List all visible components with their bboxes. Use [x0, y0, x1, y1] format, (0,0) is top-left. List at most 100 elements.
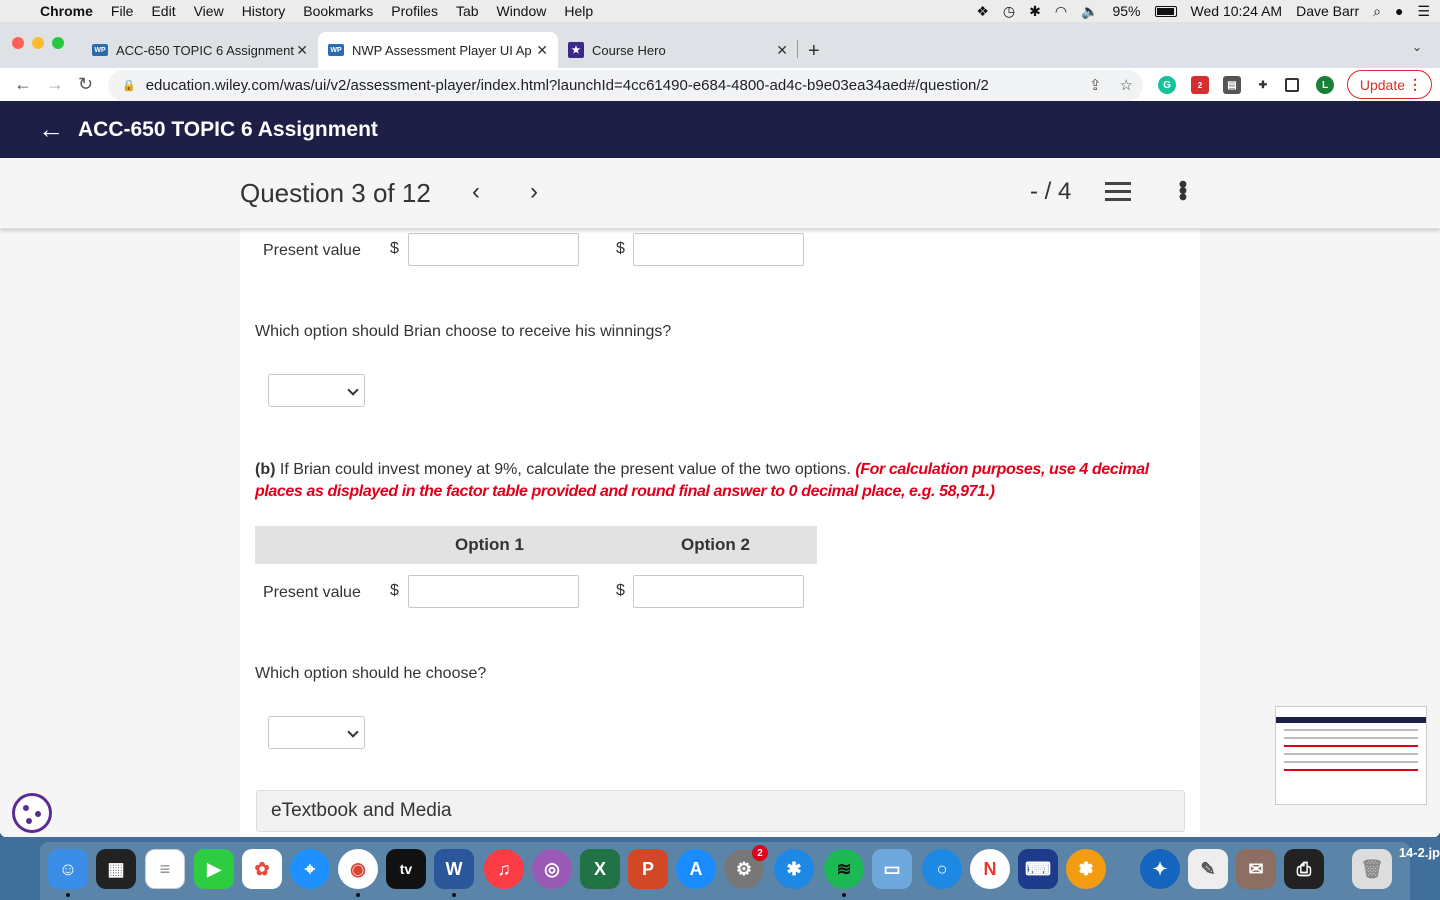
currency-sign: $ — [390, 582, 399, 599]
snapseed-icon[interactable]: ✽ — [1066, 849, 1106, 889]
spotify-icon[interactable]: ≋ — [824, 849, 864, 889]
browser-window: WP ACC-650 TOPIC 6 Assignment ✕ WP NWP A… — [0, 22, 1440, 837]
extension-shield-icon[interactable]: 2 — [1191, 76, 1209, 94]
screenshot-thumbnail[interactable] — [1275, 706, 1427, 805]
news-icon[interactable]: N — [970, 849, 1010, 889]
tab-search-chevron-icon[interactable]: ⌄ — [1412, 40, 1422, 54]
tab-course-hero[interactable]: ★ Course Hero ✕ — [558, 32, 798, 68]
safari-icon[interactable]: ⌖ — [290, 849, 330, 889]
bluetooth-app-icon[interactable]: ✱ — [774, 849, 814, 889]
running-indicator — [452, 893, 456, 897]
question-list-icon[interactable] — [1105, 182, 1131, 206]
sidebar-toggle-icon[interactable] — [1285, 78, 1299, 92]
preview-icon[interactable]: ▭ — [872, 849, 912, 889]
menubar-user[interactable]: Dave Barr — [1296, 3, 1359, 19]
wifi-icon[interactable]: ◠ — [1055, 3, 1067, 20]
close-tab-icon[interactable]: ✕ — [296, 42, 308, 59]
bluetooth-icon[interactable]: ✱ — [1029, 3, 1041, 20]
part-b-text: If Brian could invest money at 9%, calcu… — [275, 461, 856, 478]
trash-icon[interactable]: 🗑 — [1352, 849, 1392, 889]
tab-nwp-player[interactable]: WP NWP Assessment Player UI Ap ✕ — [318, 32, 558, 68]
next-question-icon[interactable]: › — [530, 178, 538, 206]
thumbnail-line — [1284, 737, 1418, 739]
reload-icon[interactable]: ↻ — [78, 74, 93, 95]
window-controls — [12, 37, 64, 49]
apple-tv-icon[interactable]: tv — [386, 849, 426, 889]
url-text[interactable]: education.wiley.com/was/ui/v2/assessment… — [146, 77, 989, 94]
prev-question-icon[interactable]: ‹ — [472, 178, 480, 206]
siri-icon[interactable]: ● — [1395, 3, 1403, 19]
mail-stamp-icon[interactable]: ✉ — [1236, 849, 1276, 889]
close-tab-icon[interactable]: ✕ — [536, 42, 548, 59]
cookie-settings-icon[interactable] — [12, 793, 52, 833]
podcasts-icon[interactable]: ◎ — [532, 849, 572, 889]
address-bar[interactable]: 🔒 education.wiley.com/was/ui/v2/assessme… — [108, 70, 1143, 101]
activity-monitor-icon[interactable]: ▦ — [96, 849, 136, 889]
minimize-window-button[interactable] — [32, 37, 44, 49]
puzzle-icon[interactable]: ✚ — [1254, 76, 1272, 94]
new-tab-icon[interactable]: + — [808, 40, 820, 63]
menu-app-name[interactable]: Chrome — [40, 3, 93, 19]
spotlight-icon[interactable]: ⌕ — [1373, 3, 1381, 20]
zoom-window-button[interactable] — [52, 37, 64, 49]
excel-icon[interactable]: X — [580, 849, 620, 889]
textedit-icon[interactable]: ✎ — [1188, 849, 1228, 889]
pv-option1-input-b[interactable] — [408, 575, 579, 608]
extension-icon[interactable]: ▤ — [1223, 76, 1241, 94]
menu-view[interactable]: View — [194, 3, 224, 19]
menu-bookmarks[interactable]: Bookmarks — [303, 3, 373, 19]
finder-icon[interactable]: ☺ — [48, 849, 88, 889]
bookmark-star-icon[interactable]: ☆ — [1120, 76, 1133, 94]
pv-option2-input-b[interactable] — [633, 575, 804, 608]
volume-icon[interactable]: 🔈 — [1081, 3, 1098, 20]
grammarly-icon[interactable]: G — [1158, 76, 1176, 94]
time-machine-icon[interactable]: ◷ — [1003, 3, 1015, 20]
photos-icon[interactable]: ✿ — [242, 849, 282, 889]
printer-icon[interactable]: ⎙ — [1284, 849, 1324, 889]
menu-file[interactable]: File — [111, 3, 134, 19]
powerpoint-icon[interactable]: P — [628, 849, 668, 889]
menu-tab[interactable]: Tab — [456, 3, 479, 19]
keyboard-viewer-icon[interactable]: ⌨ — [1018, 849, 1058, 889]
pv-option2-input-a[interactable] — [633, 233, 804, 266]
cookie-chip — [23, 805, 29, 811]
menu-window[interactable]: Window — [497, 3, 547, 19]
menu-history[interactable]: History — [242, 3, 286, 19]
close-tab-icon[interactable]: ✕ — [776, 42, 788, 59]
back-to-assignment-icon[interactable]: ← — [38, 114, 64, 145]
facetime-icon[interactable]: ▶ — [194, 849, 234, 889]
system-preferences-icon[interactable]: ⚙ 2 — [724, 845, 768, 889]
more-options-icon[interactable]: ••• — [1168, 180, 1196, 199]
close-window-button[interactable] — [12, 37, 24, 49]
reminders-icon[interactable]: ≡ — [145, 849, 185, 889]
menu-edit[interactable]: Edit — [151, 3, 175, 19]
menu-help[interactable]: Help — [564, 3, 593, 19]
pv-option1-input-a[interactable] — [408, 233, 579, 266]
etextbook-media-panel[interactable]: eTextbook and Media — [256, 790, 1185, 832]
option-select-a[interactable] — [268, 374, 365, 407]
word-icon[interactable]: W — [434, 849, 474, 889]
col-option2: Option 2 — [681, 535, 750, 554]
option-select-b[interactable] — [268, 716, 365, 749]
part-b-prefix: (b) — [255, 461, 276, 478]
lock-icon: 🔒 — [122, 80, 136, 92]
question-counter: Question 3 of 12 — [240, 178, 431, 208]
profile-avatar[interactable]: L — [1316, 76, 1334, 94]
downloads-stack-icon[interactable]: ✦ — [1140, 849, 1180, 889]
menubar-clock[interactable]: Wed 10:24 AM — [1191, 3, 1283, 19]
update-button[interactable]: Update ⋮ — [1346, 70, 1432, 99]
forward-arrow-icon[interactable]: → — [46, 74, 64, 95]
battery-icon[interactable] — [1154, 5, 1177, 17]
dropbox-icon[interactable]: ❖ — [976, 3, 989, 20]
menu-profiles[interactable]: Profiles — [391, 3, 438, 19]
app-store-icon[interactable]: A — [676, 849, 716, 889]
tab-acc650[interactable]: WP ACC-650 TOPIC 6 Assignment ✕ — [82, 32, 318, 68]
zoom-icon[interactable]: ○ — [922, 849, 962, 889]
share-icon[interactable]: ⇪ — [1089, 76, 1102, 94]
chrome-icon[interactable]: ◉ — [338, 849, 378, 889]
thumbnail-line — [1284, 729, 1418, 731]
control-center-icon[interactable]: ☰ — [1417, 3, 1430, 20]
music-icon[interactable]: ♫ — [484, 849, 524, 889]
back-arrow-icon[interactable]: ← — [14, 74, 32, 95]
update-label: Update — [1359, 76, 1405, 93]
